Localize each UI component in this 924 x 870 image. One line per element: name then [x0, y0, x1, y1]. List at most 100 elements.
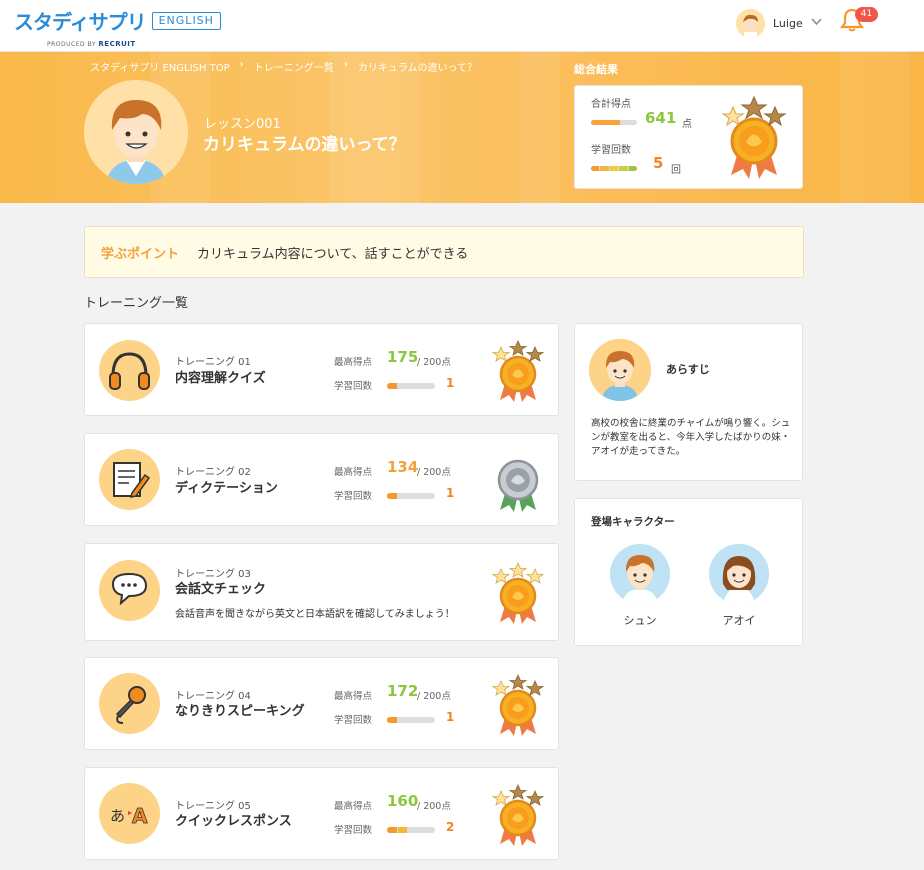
training-number: トレーニング 02 [175, 467, 251, 478]
best-score-label: 最高得点 [334, 691, 373, 702]
max-score: / 200点 [417, 357, 451, 368]
total-score-label: 合計得点 [591, 99, 631, 110]
study-count-label: 学習回数 [334, 715, 373, 726]
logo-produced-by: PRODUCED BY [47, 41, 96, 48]
learning-point-text: カリキュラム内容について、話すことができる [197, 247, 469, 262]
training-card-03[interactable]: トレーニング 03 会話文チェック 会話音声を聞きながら英文と日本語訳を確認して… [84, 543, 559, 641]
study-count: 1 [446, 486, 455, 500]
medal-icon [490, 674, 546, 736]
training-card-05[interactable]: あA トレーニング 05 クイックレスポンス 最高得点 160 / 200点 学… [84, 767, 559, 860]
training-list-title: トレーニング一覧 [84, 296, 189, 311]
logo[interactable]: スタディサプリ ENGLISH PRODUCED BY RECRUIT [14, 6, 221, 48]
avatar [610, 544, 670, 604]
training-name: なりきりスピーキング [175, 704, 305, 719]
max-score: / 200点 [417, 691, 451, 702]
hero-decoration [330, 52, 420, 203]
lesson-hero: スタディサプリ ENGLISH TOP › トレーニング一覧 › カリキュラムの… [0, 52, 924, 203]
medal-icon [490, 562, 546, 624]
avatar [736, 9, 765, 38]
training-card-04[interactable]: トレーニング 04 なりきりスピーキング 最高得点 172 / 200点 学習回… [84, 657, 559, 750]
training-name: クイックレスポンス [175, 814, 292, 829]
notification-badge: 41 [855, 7, 878, 22]
count-bar-fill [387, 383, 397, 389]
microphone-icon [99, 673, 160, 734]
notepad-pencil-icon [99, 449, 160, 510]
headphones-icon [99, 340, 160, 401]
study-count-bar [387, 827, 435, 833]
lesson-character-avatar [84, 80, 188, 184]
study-count-bar [591, 166, 637, 171]
hero-decoration [520, 52, 560, 203]
study-count: 2 [446, 820, 455, 834]
synopsis-card: あらすじ 高校の校舎に終業のチャイムが鳴り響く。シュンが教室を出ると、今年入学し… [574, 323, 803, 481]
training-number: トレーニング 01 [175, 357, 251, 368]
characters-title: 登場キャラクター [591, 516, 675, 528]
max-score: / 200点 [417, 801, 451, 812]
study-count: 1 [446, 710, 455, 724]
study-count-bar [387, 493, 435, 499]
hero-decoration [840, 52, 910, 203]
top-bar: スタディサプリ ENGLISH PRODUCED BY RECRUIT Luig… [0, 0, 924, 52]
summary-label: 総合結果 [574, 63, 618, 76]
synopsis-text: 高校の校舎に終業のチャイムが鳴り響く。シュンが教室を出ると、今年入学したばかりの… [591, 418, 791, 457]
study-count-label: 学習回数 [334, 491, 373, 502]
svg-text:A: A [132, 804, 148, 828]
learning-point-box: 学ぶポイント カリキュラム内容について、話すことができる [84, 226, 804, 278]
count-bar-fill [387, 827, 397, 833]
summary-card: 合計得点 641 点 学習回数 5 回 [574, 85, 803, 189]
total-score-bar-fill [591, 120, 621, 125]
total-score: 641 [645, 109, 677, 127]
chevron-right-icon: › [239, 59, 244, 70]
learning-point-label: 学ぶポイント [101, 247, 180, 262]
avatar [709, 544, 769, 604]
best-score-label: 最高得点 [334, 357, 373, 368]
training-name: 会話文チェック [175, 582, 267, 597]
translate-icon: あA [99, 783, 160, 844]
count-bar-fill [397, 827, 408, 833]
logo-text-jp: スタディサプリ [14, 10, 147, 34]
total-score-bar [591, 120, 637, 125]
training-card-02[interactable]: トレーニング 02 ディクテーション 最高得点 134 / 200点 学習回数 … [84, 433, 559, 526]
synopsis-title: あらすじ [666, 363, 710, 376]
study-count-bar [387, 383, 435, 389]
character-name: アオイ [722, 614, 756, 627]
study-count-bar [387, 717, 435, 723]
medal-icon [490, 450, 546, 512]
count-bar-segment [628, 166, 637, 171]
max-score: / 200点 [417, 467, 451, 478]
speech-bubble-icon [99, 560, 160, 621]
medal-icon [490, 340, 546, 402]
study-count-label: 学習回数 [334, 825, 373, 836]
logo-subtitle: PRODUCED BY RECRUIT [47, 40, 221, 48]
training-name: ディクテーション [175, 481, 278, 496]
character-aoi[interactable]: アオイ [708, 544, 770, 628]
character-name: シュン [623, 614, 657, 627]
avatar [589, 339, 651, 401]
logo-text-en: ENGLISH [151, 11, 221, 30]
training-name: 内容理解クイズ [175, 371, 266, 386]
medal-icon [490, 784, 546, 846]
breadcrumb: スタディサプリ ENGLISH TOP › トレーニング一覧 › カリキュラムの… [90, 59, 487, 74]
user-name: Luige [773, 17, 803, 30]
logo-brand: RECRUIT [98, 40, 136, 48]
count-bar-fill [387, 717, 397, 723]
medal-icon [719, 95, 789, 179]
character-shun[interactable]: シュン [609, 544, 671, 628]
study-count-label: 学習回数 [591, 145, 631, 156]
best-score: 175 [387, 348, 419, 366]
training-card-01[interactable]: トレーニング 01 内容理解クイズ 最高得点 175 / 200点 学習回数 1 [84, 323, 559, 416]
count-bar-fill [387, 493, 397, 499]
total-score-unit: 点 [682, 119, 692, 130]
best-score-label: 最高得点 [334, 467, 373, 478]
breadcrumb-item-top[interactable]: スタディサプリ ENGLISH TOP [90, 59, 230, 74]
user-menu[interactable]: Luige [736, 9, 822, 38]
breadcrumb-item-training-list[interactable]: トレーニング一覧 [254, 59, 334, 74]
study-count-label: 学習回数 [334, 381, 373, 392]
chevron-down-icon [811, 18, 822, 29]
chevron-right-icon: › [343, 59, 348, 70]
count-bar-segment [600, 166, 609, 171]
study-count-unit: 回 [671, 165, 681, 176]
characters-card: 登場キャラクター シュン アオイ [574, 498, 803, 646]
best-score: 160 [387, 792, 419, 810]
study-count: 1 [446, 376, 455, 390]
